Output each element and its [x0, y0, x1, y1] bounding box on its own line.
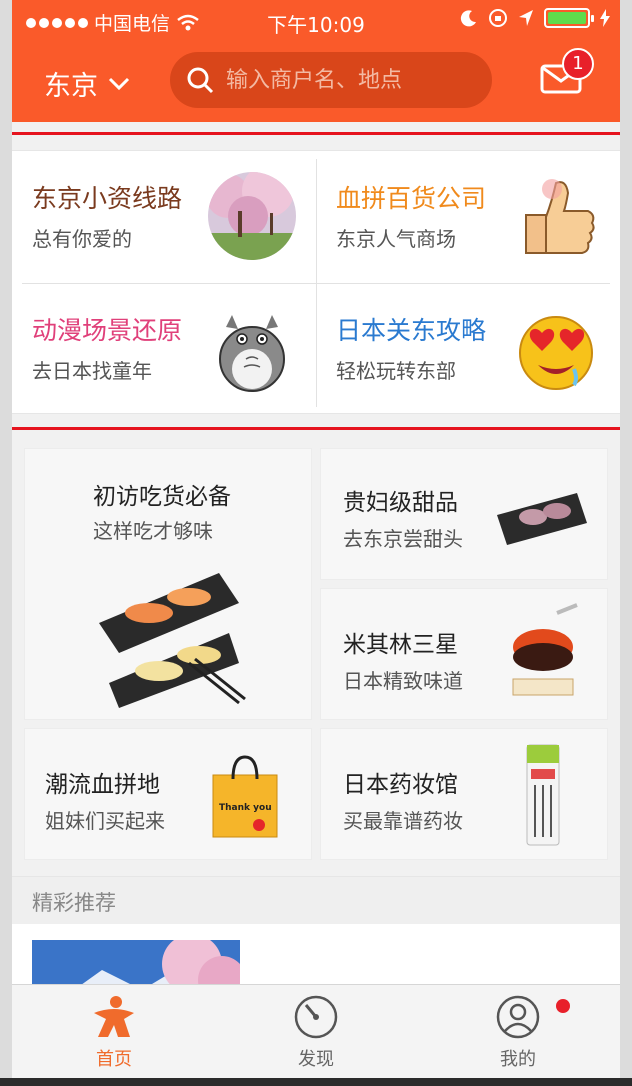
featured-cell[interactable]: 动漫场景还原 去日本找童年 — [12, 283, 316, 415]
featured-title: 日本关东攻略 — [336, 316, 487, 345]
app-screen: 中国电信 下午10:09 东京 1 — [12, 0, 620, 1086]
sushi-image — [99, 573, 246, 708]
status-icons — [460, 8, 610, 28]
featured-title: 东京小资线路 — [32, 184, 183, 213]
search-bar[interactable] — [170, 52, 492, 108]
food-tile[interactable]: 潮流血拼地 姐妹们买起来 Thank you — [24, 728, 312, 860]
home-icon — [94, 996, 134, 1037]
food-tile-title: 日本药妆馆 — [343, 772, 458, 798]
food-tile-subtitle: 日本精致味道 — [343, 669, 463, 693]
featured-title: 动漫场景还原 — [32, 316, 183, 345]
food-tile[interactable]: 初访吃货必备 这样吃才够味 — [24, 448, 312, 720]
recommend-title: 精彩推荐 — [32, 891, 116, 915]
food-tile-subtitle: 买最靠谱药妆 — [343, 809, 463, 833]
featured-title: 血拼百货公司 — [336, 184, 487, 213]
top-nav: 东京 1 — [12, 42, 620, 122]
totoro-illustration — [219, 315, 285, 392]
food-tile-title: 潮流血拼地 — [45, 772, 160, 798]
featured-cell[interactable]: 东京小资线路 总有你爱的 — [12, 151, 316, 283]
featured-subtitle: 去日本找童年 — [32, 359, 152, 383]
salmon-roe-image — [512, 603, 578, 696]
notification-dot — [556, 999, 570, 1013]
chevron-down-icon — [108, 77, 130, 90]
charging-icon — [600, 9, 610, 27]
orientation-lock-icon — [489, 9, 507, 27]
dessert-image — [497, 493, 587, 545]
recommend-list[interactable] — [12, 924, 620, 1020]
shopping-bag-icon: Thank you — [211, 749, 283, 841]
heart-eyes-emoji-icon — [519, 316, 593, 390]
food-tile[interactable]: 日本药妆馆 买最靠谱药妆 — [320, 728, 608, 860]
battery-icon — [544, 8, 594, 28]
status-bar: 中国电信 下午10:09 — [12, 0, 620, 42]
recommend-header: 精彩推荐 — [12, 876, 620, 924]
message-button[interactable]: 1 — [540, 48, 594, 94]
tab-discover[interactable]: 发现 — [256, 993, 376, 1071]
food-tile-title: 米其林三星 — [343, 632, 458, 658]
featured-grid: 东京小资线路 总有你爱的 血拼百货公司 东京人气商场 动漫场景还原 去日本找童年… — [12, 150, 620, 414]
featured-cell[interactable]: 日本关东攻略 轻松玩转东部 — [316, 283, 620, 415]
food-tile[interactable]: 贵妇级甜品 去东京尝甜头 — [320, 448, 608, 580]
search-icon — [187, 67, 214, 94]
cosmetics-product-image — [526, 744, 560, 846]
bag-label: Thank you — [219, 803, 272, 813]
message-badge: 1 — [562, 48, 594, 80]
featured-subtitle: 总有你爱的 — [32, 227, 132, 251]
tab-label: 发现 — [298, 1049, 334, 1070]
thumbs-up-icon — [525, 179, 595, 254]
compass-icon — [294, 995, 338, 1039]
featured-cell[interactable]: 血拼百货公司 东京人气商场 — [316, 151, 620, 283]
featured-subtitle: 轻松玩转东部 — [336, 359, 456, 383]
food-tile-subtitle: 这样吃才够味 — [93, 519, 213, 543]
city-selector[interactable]: 东京 — [44, 64, 130, 103]
moon-icon — [460, 10, 476, 27]
search-input[interactable] — [226, 67, 466, 93]
food-tile-title: 初访吃货必备 — [93, 484, 231, 510]
food-tile-title: 贵妇级甜品 — [343, 490, 458, 516]
food-tile-subtitle: 去东京尝甜头 — [343, 527, 463, 551]
bottom-tab-bar: 首页 发现 我的 — [12, 984, 620, 1078]
tab-home[interactable]: 首页 — [54, 993, 174, 1071]
location-icon — [519, 10, 533, 26]
tab-label: 首页 — [96, 1049, 132, 1070]
food-tile-subtitle: 姐妹们买起来 — [45, 809, 165, 833]
screen-edge — [0, 1078, 632, 1086]
food-tile[interactable]: 米其林三星 日本精致味道 — [320, 588, 608, 720]
profile-icon — [496, 995, 540, 1039]
cherry-blossom-image — [208, 172, 296, 260]
city-name: 东京 — [44, 71, 98, 102]
food-section: 初访吃货必备 这样吃才够味 贵妇级甜品 去东京尝甜头 米其林三星 日本精致味道 … — [24, 448, 608, 860]
featured-subtitle: 东京人气商场 — [336, 227, 456, 251]
tab-label: 我的 — [500, 1049, 536, 1070]
